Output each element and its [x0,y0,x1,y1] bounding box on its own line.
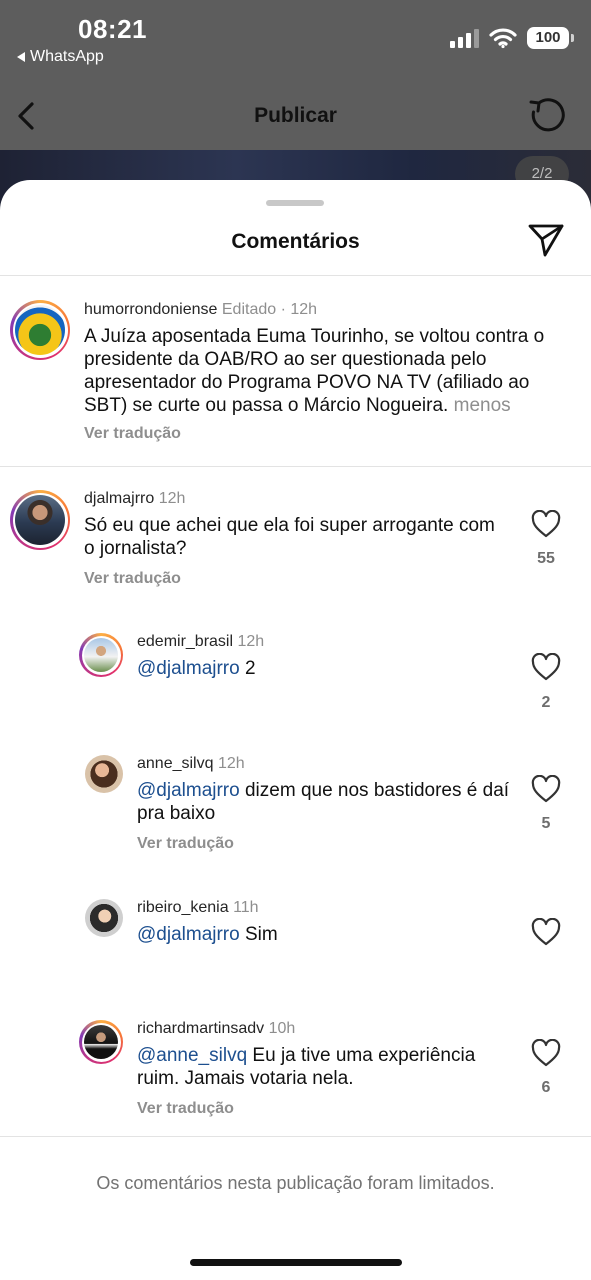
back-app-label: WhatsApp [30,48,104,65]
see-translation-link[interactable]: Ver tradução [84,425,181,443]
comment-text: Só eu que achei que ela foi super arroga… [84,515,495,559]
reply-username[interactable]: richardmartinsadv [137,1020,264,1037]
caption-divider [0,466,591,467]
comment-username[interactable]: djalmajrro [84,490,154,507]
sheet-grabber[interactable] [266,200,324,206]
mention-link[interactable]: @djalmajrro [137,658,240,679]
sheet-title: Comentários [231,230,360,253]
mention-link[interactable]: @anne_silvq [137,1045,247,1066]
status-time: 08:21 [78,14,147,44]
see-translation-link[interactable]: Ver tradução [137,1100,234,1118]
avatar[interactable] [10,300,70,360]
like-count: 55 [537,550,555,567]
heart-icon[interactable] [531,918,561,946]
caption-time: 12h [290,301,318,318]
comments-limited-note: Os comentários nesta publicação foram li… [96,1173,495,1193]
comment-meta: djalmajrro 12h [84,490,185,508]
avatar[interactable] [85,899,123,937]
reply-text: @anne_silvq Eu ja tive uma experiência r… [137,1045,476,1089]
battery-indicator: 100 [527,27,574,49]
like-count: 5 [541,815,551,832]
reply-username[interactable]: ribeiro_kenia [137,899,229,916]
mention-link[interactable]: @djalmajrro [137,924,240,945]
back-to-app-link[interactable]: WhatsApp [17,48,104,66]
wifi-icon [489,28,517,49]
heart-icon[interactable] [531,653,561,681]
less-link[interactable]: menos [454,395,511,416]
see-translation-link[interactable]: Ver tradução [137,835,234,853]
reply-meta: ribeiro_kenia 11h [137,899,259,917]
reply-meta: edemir_brasil 12h [137,633,264,651]
reply-time: 12h [237,633,265,650]
caption-meta: humorrondoniense Editado · 12h [84,301,318,318]
like-count: 2 [541,694,551,711]
reply-meta: anne_silvq 12h [137,755,245,773]
refresh-icon[interactable] [527,94,569,136]
send-icon[interactable] [527,222,565,258]
like-count: 6 [541,1079,551,1096]
edited-label: Editado [221,301,277,318]
reply-text: @djalmajrro 2 [137,658,256,679]
reply-text: @djalmajrro Sim [137,924,278,945]
reply-time: 11h [233,899,259,916]
home-indicator[interactable] [190,1259,402,1266]
reply-username[interactable]: anne_silvq [137,755,214,772]
caption-text: A Juíza aposentada Euma Tourinho, se vol… [84,326,545,416]
reply-username[interactable]: edemir_brasil [137,633,233,650]
reply-meta: richardmartinsadv 10h [137,1020,295,1038]
heart-icon[interactable] [531,510,561,538]
avatar[interactable] [79,1020,123,1064]
nav-title: Publicar [254,104,337,127]
heart-icon[interactable] [531,775,561,803]
back-triangle-icon [17,52,25,62]
avatar[interactable] [79,633,123,677]
mention-link[interactable]: @djalmajrro [137,780,240,801]
header-divider [0,275,591,276]
avatar[interactable] [85,755,123,793]
see-translation-link[interactable]: Ver tradução [84,570,181,588]
comments-sheet: Comentários humorrondoniense Editado · 1… [0,180,591,1280]
avatar[interactable] [10,490,70,550]
reply-text: @djalmajrro dizem que nos bastidores é d… [137,780,510,824]
heart-icon[interactable] [531,1039,561,1067]
reply-time: 10h [268,1020,296,1037]
footer-divider [0,1136,591,1137]
screen: 08:21 WhatsApp 100 Publicar 2/2 Comentár… [0,0,591,1280]
caption-username[interactable]: humorrondoniense [84,301,217,318]
reply-time: 12h [217,755,245,772]
status-icons: 100 [450,27,574,49]
comment-time: 12h [158,490,186,507]
cellular-signal-icon [450,28,479,48]
